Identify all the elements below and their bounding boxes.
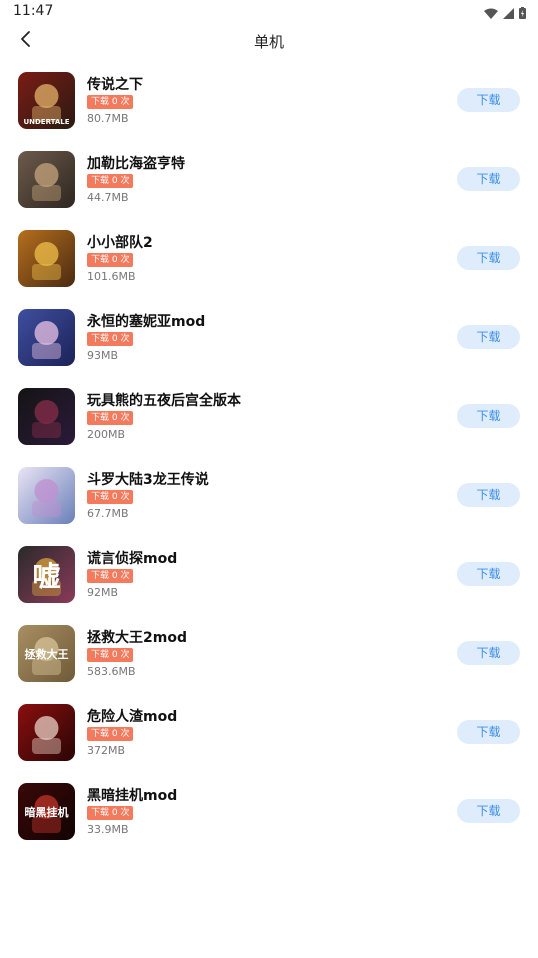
game-thumbnail[interactable]: 拯救大王 [18,625,75,682]
list-item[interactable]: 危险人渣mod 下载 0 次 372MB 下载 [0,702,538,781]
download-button[interactable]: 下载 [457,641,520,665]
file-size: 67.7MB [87,507,129,520]
game-thumbnail[interactable]: UNDERTALE [18,72,75,129]
file-size: 200MB [87,428,126,441]
list-item[interactable]: 永恒的塞妮亚mod 下载 0 次 93MB 下载 [0,307,538,386]
list-item[interactable]: 嘘 谎言侦探mod 下载 0 次 92MB 下载 [0,544,538,623]
game-name[interactable]: 小小部队2 [87,232,153,252]
status-time: 11:47 [13,3,54,19]
file-size: 583.6MB [87,665,136,678]
list-item[interactable]: 玩具熊的五夜后宫全版本 下载 0 次 200MB 下载 [0,386,538,465]
list-item[interactable]: 加勒比海盗亨特 下载 0 次 44.7MB 下载 [0,149,538,228]
download-count-badge: 下载 0 次 [87,490,134,504]
game-name[interactable]: 斗罗大陆3龙王传说 [87,469,209,489]
game-thumbnail[interactable] [18,230,75,287]
thumbnail-title: 拯救大王 [25,647,69,661]
game-name[interactable]: 加勒比海盗亨特 [87,153,185,173]
game-thumbnail[interactable]: 暗黑挂机 [18,783,75,840]
list-item[interactable]: 小小部队2 下载 0 次 101.6MB 下载 [0,228,538,307]
download-count-badge: 下载 0 次 [87,569,134,583]
thumbnail-title: 暗黑挂机 [25,805,69,819]
game-list: UNDERTALE 传说之下 下载 0 次 80.7MB 下载 加勒比海盗亨特 下载 0 次… [0,70,538,860]
list-item[interactable]: 斗罗大陆3龙王传说 下载 0 次 67.7MB 下载 [0,465,538,544]
file-size: 44.7MB [87,191,129,204]
file-size: 92MB [87,586,119,599]
battery-icon [519,4,526,23]
download-count-badge: 下载 0 次 [87,332,134,346]
file-size: 93MB [87,349,119,362]
game-thumbnail[interactable]: 嘘 [18,546,75,603]
game-name[interactable]: 黑暗挂机mod [87,785,177,805]
download-button[interactable]: 下载 [457,720,520,744]
thumbnail-title: UNDERTALE [23,118,69,126]
game-name[interactable]: 传说之下 [87,74,143,94]
download-count-badge: 下载 0 次 [87,174,134,188]
download-button[interactable]: 下载 [457,799,520,823]
nav-bar: 单机 [0,24,538,58]
status-bar: 11:47 [0,0,538,24]
game-name[interactable]: 谎言侦探mod [87,548,177,568]
list-item[interactable]: UNDERTALE 传说之下 下载 0 次 80.7MB 下载 [0,70,538,149]
status-icons [484,4,526,23]
download-count-badge: 下载 0 次 [87,648,134,662]
file-size: 372MB [87,744,126,757]
download-button[interactable]: 下载 [457,483,520,507]
list-item[interactable]: 暗黑挂机 黑暗挂机mod 下载 0 次 33.9MB 下载 [0,781,538,860]
game-name[interactable]: 拯救大王2mod [87,627,187,647]
thumbnail-title: 嘘 [32,560,60,593]
download-button[interactable]: 下载 [457,167,520,191]
game-name[interactable]: 危险人渣mod [87,706,177,726]
download-count-badge: 下载 0 次 [87,95,134,109]
wifi-icon [484,4,498,23]
download-button[interactable]: 下载 [457,562,520,586]
game-thumbnail[interactable] [18,151,75,208]
game-thumbnail[interactable] [18,388,75,445]
page-title: 单机 [253,33,284,51]
download-button[interactable]: 下载 [457,325,520,349]
game-thumbnail[interactable] [18,467,75,524]
download-count-badge: 下载 0 次 [87,806,134,820]
download-button[interactable]: 下载 [457,404,520,428]
list-item[interactable]: 拯救大王 拯救大王2mod 下载 0 次 583.6MB 下载 [0,623,538,702]
download-count-badge: 下载 0 次 [87,411,134,425]
download-count-badge: 下载 0 次 [87,253,134,267]
game-name[interactable]: 玩具熊的五夜后宫全版本 [87,390,241,410]
game-thumbnail[interactable] [18,704,75,761]
file-size: 33.9MB [87,823,129,836]
download-button[interactable]: 下载 [457,246,520,270]
signal-icon [503,4,514,23]
game-thumbnail[interactable] [18,309,75,366]
download-button[interactable]: 下载 [457,88,520,112]
file-size: 80.7MB [87,112,129,125]
download-count-badge: 下载 0 次 [87,727,134,741]
game-name[interactable]: 永恒的塞妮亚mod [87,311,205,331]
file-size: 101.6MB [87,270,136,283]
